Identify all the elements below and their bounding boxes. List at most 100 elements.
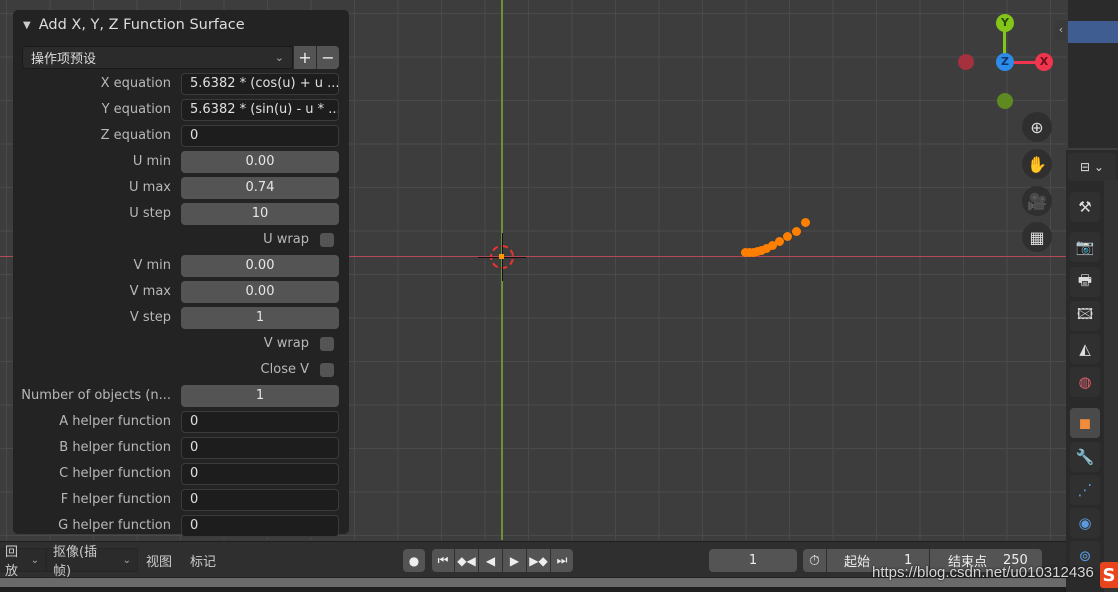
collapse-triangle-icon[interactable]: ▼ [23,20,31,31]
gizmo-y-line [1003,30,1006,54]
v-wrap-checkbox[interactable] [320,337,334,351]
field-label: U step [129,206,171,221]
record-button[interactable]: ● [403,549,425,572]
number-of-objects-n-number-field[interactable]: 1 [181,385,339,407]
gizmo-x-line [1014,61,1036,64]
editor-type-dropdown[interactable]: ⊟ ⌄ [1068,153,1116,181]
zoom-icon[interactable]: ⊕ [1022,112,1052,142]
gizmo-z-axis[interactable]: Z [996,53,1014,71]
field-label: Close V [260,362,309,377]
field-row-u-wrap: U wrap [13,229,349,251]
properties-body [1104,180,1118,592]
field-row-u-min: U min 0.00 [13,151,349,173]
field-label: X equation [100,76,171,91]
gizmo-y-axis[interactable]: Y [996,14,1014,32]
field-row-v-step: V step 1 [13,307,349,329]
render-icon[interactable]: 📷 [1070,232,1100,262]
field-label: V max [129,284,171,299]
prev-keyframe-button[interactable]: ◆◀ [455,549,478,572]
field-label: Y equation [101,102,171,117]
b-helper-function-text-field[interactable]: 0 [181,437,339,459]
camera-icon[interactable]: 🎥 [1022,186,1052,216]
v-max-number-field[interactable]: 0.00 [181,281,339,303]
chevron-down-icon: ⌄ [274,51,284,64]
csdn-logo: S [1100,562,1118,588]
curve-vertex[interactable] [801,218,810,227]
stopwatch-icon[interactable]: ⏱ [803,549,826,572]
scene-icon[interactable]: ◭ [1070,334,1100,364]
modifier-wrench-icon[interactable]: 🔧 [1070,442,1100,472]
timeline-ruler [0,587,1066,592]
field-row-number-of-objects-n: Number of objects (n... 1 [13,385,349,407]
field-row-g-helper-function: G helper function 0 [13,515,349,537]
watermark-text: https://blog.csdn.net/u010312436 [872,564,1094,581]
chevron-down-icon: ⌄ [122,554,131,566]
sidebar-toggle-icon[interactable]: ‹ [1055,20,1067,40]
object-icon[interactable]: ◼ [1070,408,1100,438]
marker-menu[interactable]: 标记 [190,551,216,570]
field-row-y-equation: Y equation 5.6382 * (sin(u) - u * ... [13,99,349,121]
field-label: Z equation [100,128,171,143]
v-step-number-field[interactable]: 1 [181,307,339,329]
playback-menu-label: 回放 [5,545,19,579]
panel-title: Add X, Y, Z Function Surface [38,17,245,33]
particles-icon[interactable]: ⋰ [1070,475,1100,505]
u-step-number-field[interactable]: 10 [181,203,339,225]
field-row-u-step: U step 10 [13,203,349,225]
grid-icon[interactable]: ▦ [1022,222,1052,252]
play-reverse-button[interactable]: ◀ [479,549,502,572]
panel-header[interactable]: ▼ Add X, Y, Z Function Surface [13,14,245,36]
pan-hand-icon[interactable]: ✋ [1022,149,1052,179]
field-row-z-equation: Z equation 0 [13,125,349,147]
keying-menu-label: 抠像(插帧) [53,545,98,579]
field-label: F helper function [60,492,171,507]
world-icon[interactable]: ◍ [1070,367,1100,397]
field-label: V wrap [263,336,309,351]
origin-point [499,254,504,259]
gizmo-neg-y-axis[interactable] [997,93,1013,109]
curve-vertex[interactable] [783,232,792,241]
chevron-down-icon: ⌄ [30,554,39,566]
gizmo-neg-x-axis[interactable] [958,54,974,70]
gizmo-x-axis[interactable]: X [1035,53,1053,71]
current-frame-field[interactable]: 1 [709,549,797,572]
u-wrap-checkbox[interactable] [320,233,334,247]
output-icon[interactable]: 🖶 [1070,267,1100,297]
add-preset-button[interactable]: + [293,46,316,69]
view-menu[interactable]: 视图 [146,551,172,570]
playback-menu[interactable]: 回放 ⌄ [0,545,46,579]
c-helper-function-text-field[interactable]: 0 [181,463,339,485]
preset-row: 操作项预设 ⌄ + − [22,46,339,69]
preset-dropdown[interactable]: 操作项预设 ⌄ [22,46,293,69]
remove-preset-button[interactable]: − [316,46,339,69]
physics-icon[interactable]: ◉ [1070,508,1100,538]
view-layer-icon[interactable]: 🖾 [1070,301,1100,331]
u-min-number-field[interactable]: 0.00 [181,151,339,173]
a-helper-function-text-field[interactable]: 0 [181,411,339,433]
z-equation-text-field[interactable]: 0 [181,125,339,147]
field-label: U wrap [263,232,309,247]
y-equation-text-field[interactable]: 5.6382 * (sin(u) - u * ... [181,99,339,121]
curve-vertex[interactable] [792,227,801,236]
f-helper-function-text-field[interactable]: 0 [181,489,339,511]
field-row-x-equation: X equation 5.6382 * (cos(u) + u ... [13,73,349,95]
field-row-close-v: Close V [13,359,349,381]
jump-start-button[interactable]: ⏮ [432,549,454,572]
field-row-b-helper-function: B helper function 0 [13,437,349,459]
field-row-f-helper-function: F helper function 0 [13,489,349,511]
v-min-number-field[interactable]: 0.00 [181,255,339,277]
u-max-number-field[interactable]: 0.74 [181,177,339,199]
keying-menu[interactable]: 抠像(插帧) ⌄ [46,545,138,579]
field-row-u-max: U max 0.74 [13,177,349,199]
outliner-selected-row[interactable] [1068,21,1118,43]
field-label: G helper function [58,518,171,533]
next-keyframe-button[interactable]: ▶◆ [527,549,550,572]
tool-settings-icon[interactable]: ⚒ [1070,192,1100,222]
x-equation-text-field[interactable]: 5.6382 * (cos(u) + u ... [181,73,339,95]
play-button[interactable]: ▶ [503,549,526,572]
field-label: V step [129,310,171,325]
close-v-checkbox[interactable] [320,363,334,377]
field-label: C helper function [59,466,171,481]
g-helper-function-text-field[interactable]: 0 [181,515,339,537]
jump-end-button[interactable]: ⏭ [551,549,573,572]
